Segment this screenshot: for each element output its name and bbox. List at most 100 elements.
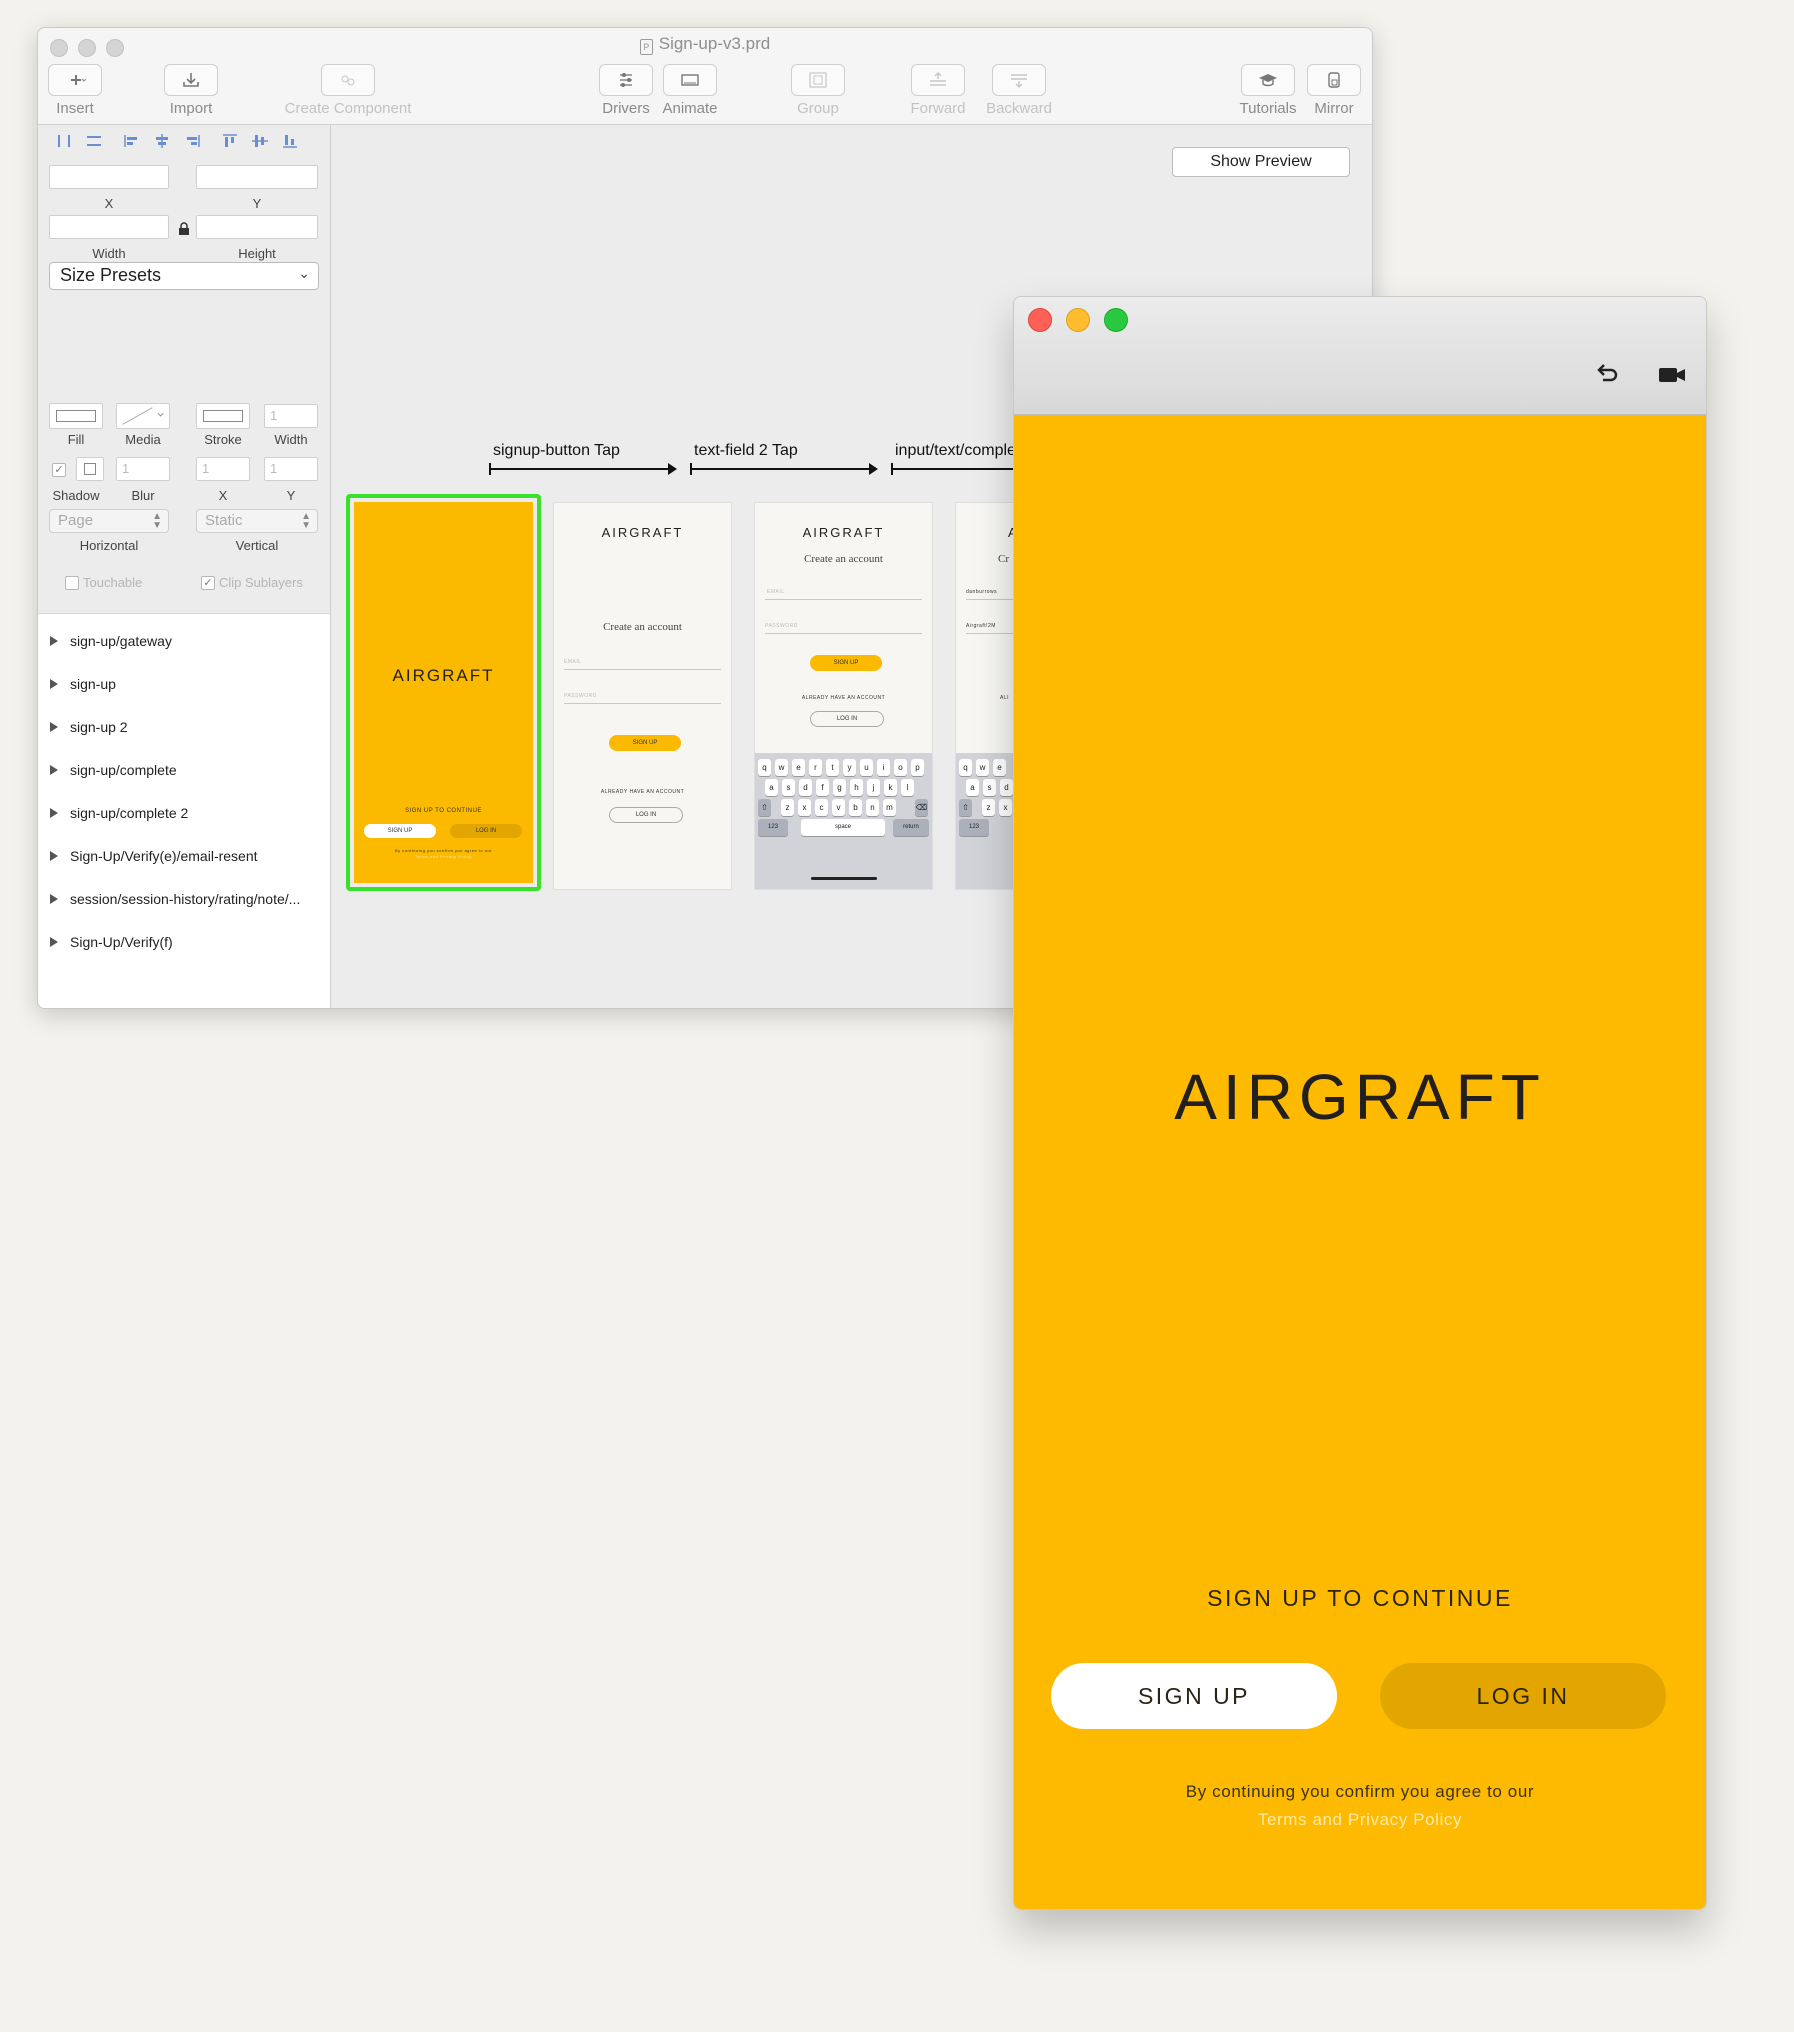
fill-swatch[interactable]	[49, 403, 103, 429]
thumb-signup2-screen[interactable]: AIRGRAFT Create an account EMAIL PASSWOR…	[754, 502, 933, 890]
home-indicator	[811, 877, 877, 880]
thumb-password-underline	[765, 633, 922, 634]
keyboard-key: t	[826, 759, 839, 776]
disclosure-triangle-icon[interactable]	[50, 851, 58, 861]
keyboard-key: l	[901, 779, 914, 796]
transition-arrow	[690, 463, 878, 475]
thumb-login-button: LOG IN	[450, 824, 522, 838]
distribute-horizontal-icon[interactable]	[52, 131, 76, 151]
animate-icon	[681, 74, 699, 86]
toolbar-drivers[interactable]: Drivers	[598, 64, 654, 117]
thumb-already: ALREADY HAVE AN ACCOUNT	[801, 695, 886, 701]
x-field[interactable]	[49, 165, 169, 189]
layer-item[interactable]: sign-up/gateway	[50, 633, 172, 649]
legal-text: By continuing you confirm you agree to o…	[1185, 1782, 1535, 1801]
keyboard-key: i	[877, 759, 890, 776]
toolbar-animate[interactable]: Animate	[662, 64, 718, 117]
thumb-email-underline	[765, 599, 922, 600]
keyboard-key: f	[816, 779, 829, 796]
horizontal-label: Horizontal	[79, 538, 139, 553]
disclosure-triangle-icon[interactable]	[50, 636, 58, 646]
disclosure-triangle-icon[interactable]	[50, 765, 58, 775]
stepper-icon: ▲ ▼	[301, 511, 311, 531]
shadow-y-field[interactable]: 1	[264, 457, 318, 481]
horizontal-select[interactable]: Page ▲ ▼	[49, 509, 169, 533]
video-camera-icon[interactable]	[1658, 363, 1686, 387]
blur-field[interactable]: 1	[116, 457, 170, 481]
group-icon	[809, 72, 827, 88]
thumb-login-button: LOG IN	[609, 807, 683, 823]
toolbar-mirror-label: Mirror	[1314, 100, 1354, 117]
toolbar-backward[interactable]: Backward	[984, 64, 1054, 117]
thumb-gateway-screen[interactable]: AIRGRAFT SIGN UP TO CONTINUE SIGN UP LOG…	[354, 502, 533, 883]
toolbar-import[interactable]: Import	[163, 64, 219, 117]
signup-button[interactable]: SIGN UP	[1051, 1663, 1337, 1729]
vertical-select[interactable]: Static ▲ ▼	[196, 509, 318, 533]
toolbar-tutorials[interactable]: Tutorials	[1236, 64, 1300, 117]
undo-icon[interactable]	[1592, 363, 1620, 387]
align-center-h-icon[interactable]	[150, 131, 174, 151]
disclosure-triangle-icon[interactable]	[50, 808, 58, 818]
close-button[interactable]	[1028, 308, 1052, 332]
disclosure-triangle-icon[interactable]	[50, 894, 58, 904]
thumb-keyboard: q w e r t y u i o p a s d f g h j k l z x c v b n m ⇧ 123 space retur…	[755, 753, 932, 889]
keyboard-key: e	[993, 759, 1006, 776]
tutorials-icon	[1259, 74, 1277, 87]
blur-label: Blur	[131, 488, 155, 503]
layer-item[interactable]: Sign-Up/Verify(f)	[50, 934, 173, 950]
keyboard-key: h	[850, 779, 863, 796]
clip-sublayers-checkbox[interactable]: ✓	[201, 576, 215, 590]
shadow-color-swatch[interactable]	[76, 457, 104, 481]
show-preview-button[interactable]: Show Preview	[1172, 147, 1350, 177]
shadow-x-field[interactable]: 1	[196, 457, 250, 481]
shadow-checkbox[interactable]: ✓	[52, 463, 66, 477]
toolbar-drivers-label: Drivers	[602, 100, 650, 117]
align-top-icon[interactable]	[218, 131, 242, 151]
align-left-icon[interactable]	[120, 131, 144, 151]
chevron-down-icon: ⌄	[298, 265, 310, 281]
keyboard-key: r	[809, 759, 822, 776]
toolbar-create-component[interactable]: Create Component	[283, 64, 413, 117]
align-right-icon[interactable]	[180, 131, 204, 151]
stroke-swatch[interactable]	[196, 403, 250, 429]
toolbar-insert[interactable]: Insert	[47, 64, 103, 117]
login-button[interactable]: LOG IN	[1380, 1663, 1666, 1729]
stroke-label: Stroke	[204, 432, 242, 447]
terms-privacy-link[interactable]: Terms and Privacy Policy	[1014, 1806, 1706, 1834]
height-field[interactable]	[196, 215, 318, 239]
toolbar-mirror[interactable]: Mirror	[1306, 64, 1362, 117]
disclosure-triangle-icon[interactable]	[50, 722, 58, 732]
y-field[interactable]	[196, 165, 318, 189]
size-presets-select[interactable]: Size Presets ⌄	[49, 262, 319, 290]
align-middle-icon[interactable]	[248, 131, 272, 151]
distribute-vertical-icon[interactable]	[82, 131, 106, 151]
numbers-key: 123	[959, 819, 989, 836]
layer-item[interactable]: sign-up/complete	[50, 762, 177, 778]
layer-item[interactable]: sign-up 2	[50, 719, 128, 735]
touchable-checkbox[interactable]	[65, 576, 79, 590]
thumb-signup-screen[interactable]: AIRGRAFT Create an account EMAIL PASSWOR…	[553, 502, 732, 890]
keyboard-key: b	[849, 799, 862, 816]
layer-item[interactable]: sign-up	[50, 676, 116, 692]
layer-item[interactable]: session/session-history/rating/note/...	[50, 891, 300, 907]
toolbar-group[interactable]: Group	[790, 64, 846, 117]
toolbar-animate-label: Animate	[662, 100, 718, 117]
keyboard-key: a	[765, 779, 778, 796]
width-field[interactable]	[49, 215, 169, 239]
disclosure-triangle-icon[interactable]	[50, 679, 58, 689]
align-bottom-icon[interactable]	[278, 131, 302, 151]
thumb-email-placeholder: EMAIL	[767, 589, 785, 595]
preview-screen[interactable]: AIRGRAFT SIGN UP TO CONTINUE SIGN UP LOG…	[1014, 415, 1706, 1909]
minimize-button[interactable]	[1066, 308, 1090, 332]
thumb-already: ALREADY HAVE AN ACCOUNT	[600, 789, 685, 795]
thumb-login-button: LOG IN	[810, 711, 884, 727]
lock-icon[interactable]	[178, 222, 190, 235]
stroke-width-field[interactable]: 1	[264, 404, 318, 428]
disclosure-triangle-icon[interactable]	[50, 937, 58, 947]
layer-item[interactable]: sign-up/complete 2	[50, 805, 188, 821]
layer-item[interactable]: Sign-Up/Verify(e)/email-resent	[50, 848, 258, 864]
toolbar-forward[interactable]: Forward	[910, 64, 966, 117]
media-swatch[interactable]	[116, 403, 170, 429]
zoom-button[interactable]	[1104, 308, 1128, 332]
thumb-cta: SIGN UP TO CONTINUE	[405, 808, 482, 814]
